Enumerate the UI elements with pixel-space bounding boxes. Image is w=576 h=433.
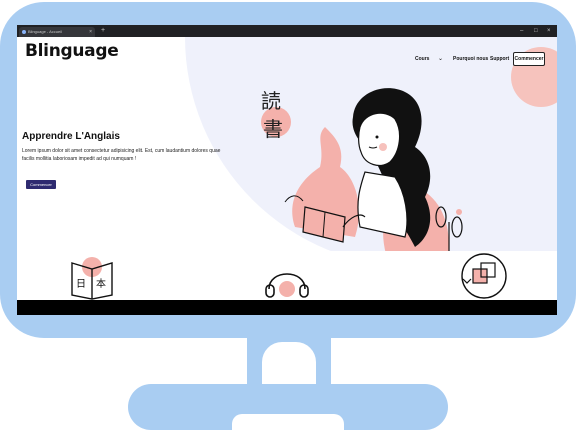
book-icon: 日 本 <box>71 257 113 300</box>
favicon-icon <box>22 30 26 34</box>
headphones-icon <box>265 273 309 298</box>
minimize-button[interactable]: – <box>520 25 523 37</box>
close-window-button[interactable]: × <box>547 25 551 37</box>
translate-icon <box>461 253 507 299</box>
tab-title: Blinguage - Accueil <box>28 29 63 34</box>
header-commencer-button[interactable]: Commencer <box>513 52 545 66</box>
nav-support[interactable]: Support <box>490 56 509 62</box>
book-kanji-right: 本 <box>96 277 106 290</box>
nav-pourquoi-nous[interactable]: Pourquoi nous <box>453 56 488 62</box>
new-tab-button[interactable]: + <box>101 25 105 37</box>
web-page: Blinguage Cours ⌄ Pourquoi nous Support … <box>17 37 557 300</box>
monitor-screen: Blinguage - Accueil × + – □ × Blinguage … <box>17 25 557 315</box>
site-logo[interactable]: Blinguage <box>25 41 119 61</box>
hero-commencer-button[interactable]: Commencer <box>26 180 56 189</box>
nav-cours[interactable]: Cours <box>415 56 429 62</box>
browser-tab[interactable]: Blinguage - Accueil × <box>19 27 95 37</box>
tab-close-icon[interactable]: × <box>89 27 92 37</box>
plant-icon <box>435 206 463 257</box>
book-kanji-left: 日 <box>76 279 86 290</box>
hero-title: Apprendre L'Anglais <box>22 131 120 142</box>
chevron-down-icon[interactable]: ⌄ <box>438 55 443 62</box>
browser-title-bar: Blinguage - Accueil × + – □ × <box>17 25 557 37</box>
taskbar <box>17 300 557 315</box>
maximize-button[interactable]: □ <box>534 25 538 37</box>
hero-description: Lorem ipsum dolor sit amet consectetur a… <box>22 148 221 162</box>
monitor-base-cutout <box>232 414 344 433</box>
